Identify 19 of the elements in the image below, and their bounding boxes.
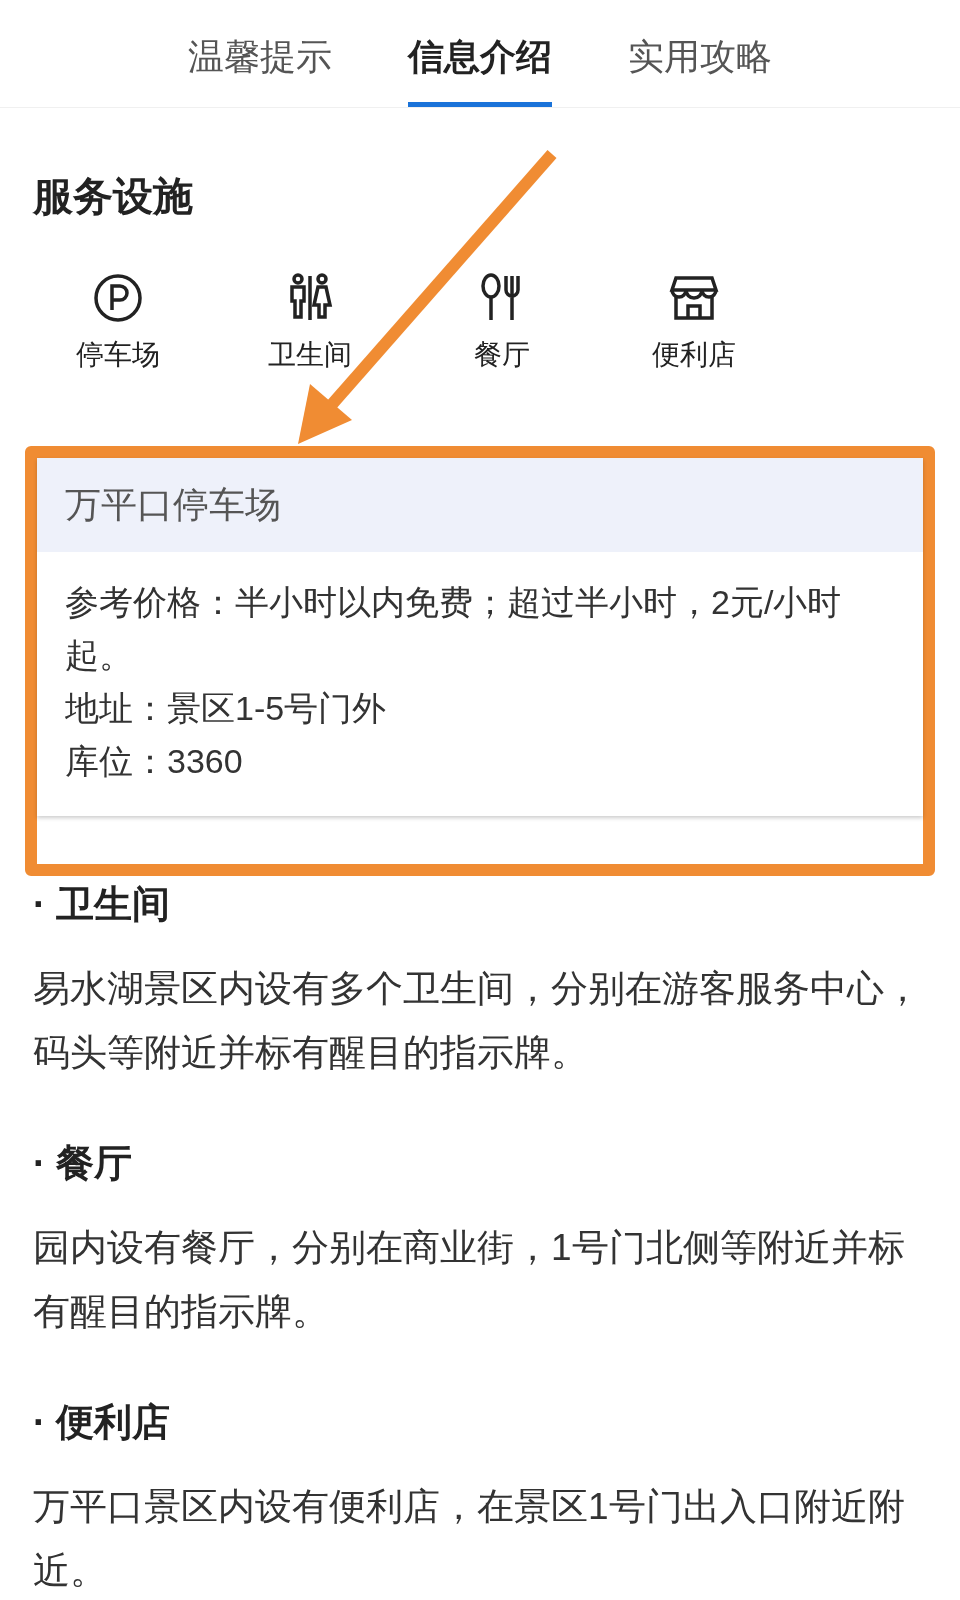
- card-text: 地址：景区1-5号门外: [65, 688, 388, 729]
- section-heading: 服务设施: [31, 173, 194, 220]
- section-title: · 便利店: [33, 1400, 172, 1445]
- section-title: · 餐厅: [33, 1141, 134, 1186]
- tab[interactable]: 信息介绍: [408, 30, 552, 107]
- section-text: 易水湖景区内设有多个卫生间，分别在游客服务中心，码头等附近并标有醒目的指示牌。: [33, 967, 922, 1075]
- tab[interactable]: 实用攻略: [628, 30, 772, 107]
- facility-button[interactable]: 便利店: [598, 272, 790, 376]
- facility-button[interactable]: 餐厅: [406, 272, 598, 376]
- parking-icon: [92, 272, 144, 324]
- section-text: 万平口景区内设有便利店，在景区1号门出入口附近附近。: [33, 1485, 906, 1593]
- facility-button[interactable]: 停车场: [22, 272, 214, 376]
- card-text: 库位：3360: [65, 741, 244, 782]
- facility-button[interactable]: 卫生间: [214, 272, 406, 376]
- card-title: 万平口停车场: [65, 483, 281, 527]
- card-text: 参考价格：半小时以内免费；超过半小时，2元/小时起。: [65, 582, 843, 676]
- tab[interactable]: 温馨提示: [188, 30, 332, 107]
- section-title: · 卫生间: [33, 882, 172, 927]
- section-text: 园内设有餐厅，分别在商业街，1号门北侧等附近并标有醒目的指示牌。: [33, 1226, 906, 1334]
